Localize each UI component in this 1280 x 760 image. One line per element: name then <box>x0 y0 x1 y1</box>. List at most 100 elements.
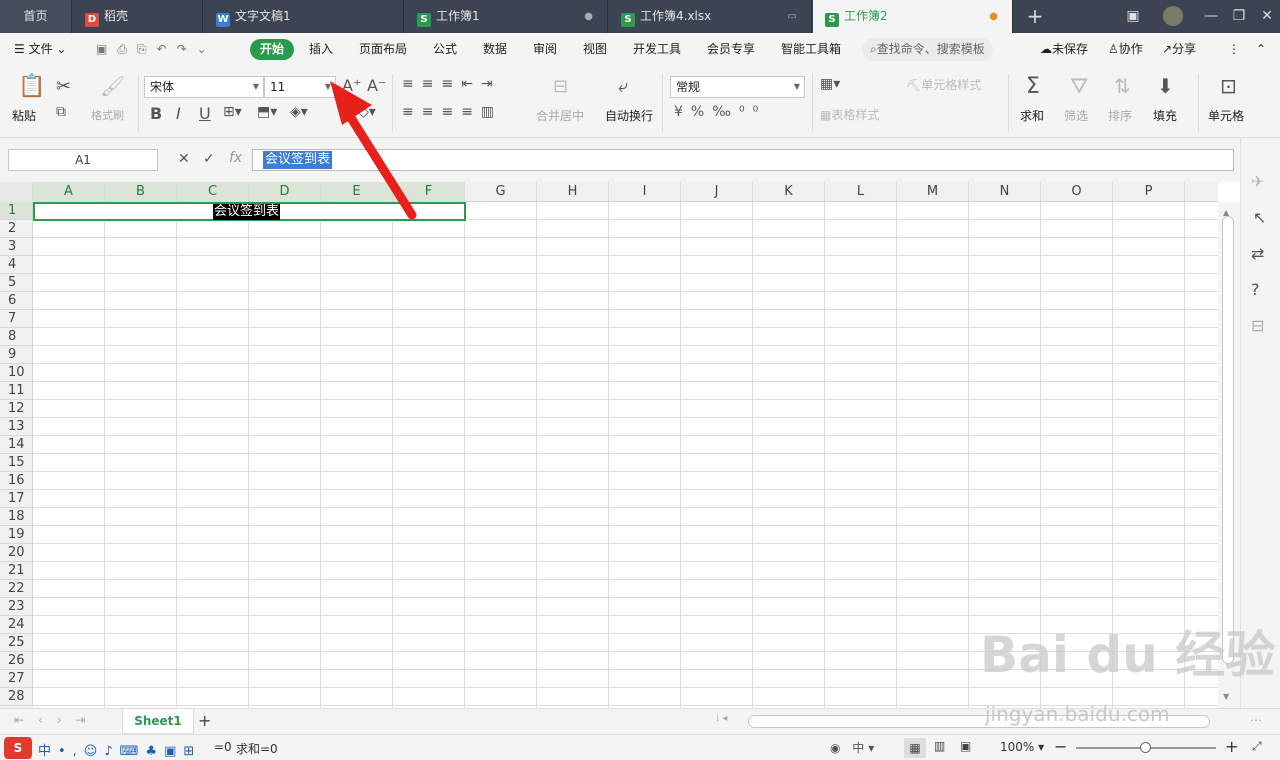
tab-dev-tools[interactable]: 开发工具 <box>633 33 681 66</box>
tab-home[interactable]: 首页 <box>0 0 72 33</box>
number-format-icons[interactable]: ¥%‰⁰⁰ <box>674 104 766 120</box>
column-header-j[interactable]: J <box>681 182 753 202</box>
zoom-thumb[interactable] <box>1140 742 1151 753</box>
format-painter-button[interactable]: 格式刷 <box>91 107 124 123</box>
font-name-select[interactable]: 宋体 ▼ <box>144 76 264 98</box>
collab-button[interactable]: ♙协作 <box>1108 33 1143 66</box>
row-header-13[interactable]: 13 <box>0 418 33 436</box>
copy-icon[interactable]: ⧉ <box>56 104 66 120</box>
tab-insert[interactable]: 插入 <box>309 33 333 66</box>
column-header-k[interactable]: K <box>753 182 825 202</box>
column-header-c[interactable]: C <box>177 182 249 202</box>
scroll-thumb[interactable] <box>1222 216 1234 664</box>
column-header-b[interactable]: B <box>105 182 177 202</box>
cut-icon[interactable]: ✂ <box>56 76 71 97</box>
rocket-icon[interactable]: ✈ <box>1251 172 1264 191</box>
more-icon[interactable]: ⋯ <box>1250 713 1262 727</box>
tab-review[interactable]: 审阅 <box>533 33 557 66</box>
cell-style-button[interactable]: ⛏单元格样式 <box>906 76 981 93</box>
zoom-in-icon[interactable]: + <box>1225 737 1238 756</box>
quick-access-toolbar[interactable]: ▣⎙⎘↶↷⌄ <box>96 33 217 66</box>
name-box[interactable]: A1 <box>8 149 158 171</box>
fx-icon[interactable]: fx <box>229 150 242 166</box>
row-header-8[interactable]: 8 <box>0 328 33 346</box>
fill-color-icon[interactable]: ⬒▾ <box>257 104 277 120</box>
column-header-a[interactable]: A <box>33 182 105 202</box>
tab-doc1[interactable]: W 文字文稿1 <box>204 0 404 33</box>
column-header-i[interactable]: I <box>609 182 681 202</box>
confirm-icon[interactable]: ✓ <box>203 151 215 167</box>
close-icon[interactable]: ✕ <box>1252 0 1280 33</box>
row-header-4[interactable]: 4 <box>0 256 33 274</box>
window-count-icon[interactable]: ▣ <box>1118 0 1148 33</box>
column-header-o[interactable]: O <box>1041 182 1113 202</box>
split-handle-icon[interactable]: ⁞ ◂ <box>716 713 727 724</box>
tab-page-layout[interactable]: 页面布局 <box>359 33 407 66</box>
row-header-19[interactable]: 19 <box>0 526 33 544</box>
row-header-6[interactable]: 6 <box>0 292 33 310</box>
row-header-2[interactable]: 2 <box>0 220 33 238</box>
avatar[interactable] <box>1158 0 1188 33</box>
wrap-text-button[interactable]: 自动换行 <box>605 107 653 124</box>
tab-smart-tools[interactable]: 智能工具箱 <box>781 33 841 66</box>
more-icon[interactable]: ⋮ <box>1228 33 1240 66</box>
bold-icon[interactable]: B <box>150 104 162 123</box>
row-header-5[interactable]: 5 <box>0 274 33 292</box>
fill-button[interactable]: 填充 <box>1153 107 1177 124</box>
tab-docer[interactable]: D 稻壳 <box>73 0 203 33</box>
row-header-9[interactable]: 9 <box>0 346 33 364</box>
row-header-25[interactable]: 25 <box>0 634 33 652</box>
row-header-18[interactable]: 18 <box>0 508 33 526</box>
tab-book1[interactable]: S 工作簿1 ● <box>405 0 608 33</box>
tab-member[interactable]: 会员专享 <box>707 33 755 66</box>
row-header-24[interactable]: 24 <box>0 616 33 634</box>
cursor-icon[interactable]: ↖ <box>1253 208 1266 227</box>
transform-icon[interactable]: ⇄ <box>1251 244 1264 263</box>
row-header-15[interactable]: 15 <box>0 454 33 472</box>
row-header-14[interactable]: 14 <box>0 436 33 454</box>
font-color-icon[interactable]: ◈▾ <box>290 104 308 120</box>
cell-button[interactable]: 单元格 <box>1208 107 1244 124</box>
sogou-ime-icon[interactable]: S <box>4 737 32 759</box>
fullscreen-icon[interactable]: ⤢ <box>1252 739 1262 754</box>
italic-icon[interactable]: I <box>176 104 181 123</box>
ime-toolbar-icons[interactable]: 中•,☺♪⌨♣▣⊞ <box>38 740 201 759</box>
row-header-22[interactable]: 22 <box>0 580 33 598</box>
row-header-10[interactable]: 10 <box>0 364 33 382</box>
page-layout-view-icon[interactable]: ▥ <box>934 739 945 753</box>
zoom-select[interactable]: 100% ▾ <box>1000 740 1044 754</box>
sheet-nav-icons[interactable]: ⇤‹›⇥ <box>14 713 100 727</box>
row-header-11[interactable]: 11 <box>0 382 33 400</box>
table-style-button[interactable]: ▦表格样式 <box>820 106 879 123</box>
unsaved-button[interactable]: ☁未保存 <box>1040 33 1088 66</box>
search-input[interactable]: ⌕查找命令、搜索模板 <box>862 38 993 61</box>
underline-icon[interactable]: U <box>199 104 211 123</box>
normal-view-icon[interactable]: ▦ <box>904 738 926 758</box>
row-header-7[interactable]: 7 <box>0 310 33 328</box>
new-tab-button[interactable]: + <box>1020 0 1050 33</box>
file-menu[interactable]: ☰ 文件 ⌄ <box>14 33 66 66</box>
border-icon[interactable]: ⊞▾ <box>223 104 242 120</box>
row-header-20[interactable]: 20 <box>0 544 33 562</box>
row-header-17[interactable]: 17 <box>0 490 33 508</box>
number-format-select[interactable]: 常规 ▼ <box>670 76 805 98</box>
page-break-view-icon[interactable]: ▣ <box>960 739 971 753</box>
zoom-slider[interactable] <box>1076 742 1216 753</box>
row-header-12[interactable]: 12 <box>0 400 33 418</box>
cancel-icon[interactable]: ✕ <box>178 151 190 167</box>
column-header-m[interactable]: M <box>897 182 969 202</box>
help-icon[interactable]: ? <box>1251 280 1260 299</box>
add-sheet-button[interactable]: + <box>198 711 211 730</box>
column-header-d[interactable]: D <box>249 182 321 202</box>
column-header-n[interactable]: N <box>969 182 1041 202</box>
row-header-21[interactable]: 21 <box>0 562 33 580</box>
sheet-tab-sheet1[interactable]: Sheet1 <box>122 709 194 734</box>
column-header-l[interactable]: L <box>825 182 897 202</box>
tab-book2[interactable]: S 工作簿2 ● <box>813 0 1013 33</box>
minimize-icon[interactable]: — <box>1196 0 1226 33</box>
tab-book4[interactable]: S 工作簿4.xlsx ▭ <box>609 0 812 33</box>
zoom-out-icon[interactable]: − <box>1054 737 1067 756</box>
archive-icon[interactable]: ⊟ <box>1251 316 1264 335</box>
row-header-1[interactable]: 1 <box>0 202 33 220</box>
tab-view[interactable]: 视图 <box>583 33 607 66</box>
